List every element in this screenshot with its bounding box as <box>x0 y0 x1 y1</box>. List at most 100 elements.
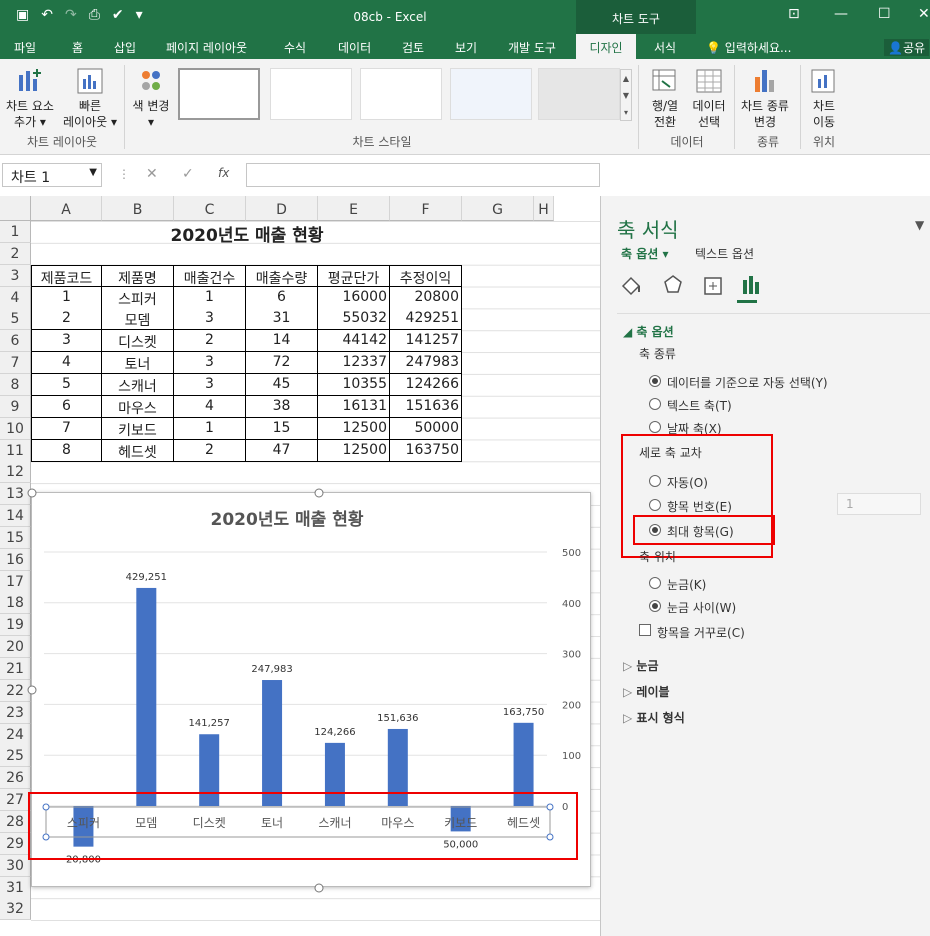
pane-options-icon[interactable]: ▼ <box>915 218 924 232</box>
chart-resize-handle[interactable] <box>27 488 37 498</box>
table-cell[interactable]: 8 <box>31 439 102 462</box>
close-icon[interactable]: ✕ <box>918 6 930 22</box>
tab-developer[interactable]: 개발 도구 <box>508 39 556 56</box>
row-header-30[interactable]: 30 <box>0 854 31 877</box>
table-cell[interactable]: 6 <box>246 286 318 309</box>
table-cell[interactable]: 38 <box>246 395 318 418</box>
row-header-23[interactable]: 23 <box>0 701 31 724</box>
row-header-31[interactable]: 31 <box>0 876 31 899</box>
radio-text-axis[interactable] <box>649 398 661 410</box>
table-header-cell[interactable]: 제품코드 <box>31 264 102 287</box>
row-header-14[interactable]: 14 <box>0 505 31 528</box>
row-header-24[interactable]: 24 <box>0 723 31 746</box>
minimize-icon[interactable]: — <box>834 6 848 22</box>
chart-resize-handle[interactable] <box>27 685 37 695</box>
table-cell[interactable]: 44142 <box>318 330 390 353</box>
save-icon[interactable]: ▣ <box>16 7 29 23</box>
row-header-32[interactable]: 32 <box>0 898 31 921</box>
table-cell[interactable]: 12500 <box>318 417 390 440</box>
table-cell[interactable]: 1 <box>174 286 246 309</box>
axis-options-icon[interactable] <box>743 276 759 294</box>
table-cell[interactable]: 16131 <box>318 395 390 418</box>
sheet-title[interactable]: 2020년도 매출 현황 <box>31 221 463 246</box>
row-header-3[interactable]: 3 <box>0 264 31 287</box>
table-cell[interactable]: 스캐너 <box>102 373 174 396</box>
table-cell[interactable]: 429251 <box>390 308 462 331</box>
row-header-7[interactable]: 7 <box>0 352 31 375</box>
undo-icon[interactable]: ↶ <box>41 7 53 23</box>
row-header-19[interactable]: 19 <box>0 614 31 637</box>
row-header-12[interactable]: 12 <box>0 461 31 484</box>
row-header-28[interactable]: 28 <box>0 810 31 833</box>
tab-review[interactable]: 검토 <box>402 39 424 56</box>
table-cell[interactable]: 스피커 <box>102 286 174 309</box>
row-header-4[interactable]: 4 <box>0 286 31 309</box>
table-header-cell[interactable]: 매출수량 <box>246 264 318 287</box>
table-cell[interactable]: 7 <box>31 417 102 440</box>
table-cell[interactable]: 20800 <box>390 286 462 309</box>
chart-style-1[interactable] <box>178 68 260 120</box>
fill-line-icon[interactable] <box>621 276 641 296</box>
radio-date-axis[interactable] <box>649 421 661 433</box>
table-cell[interactable]: 디스켓 <box>102 330 174 353</box>
tab-data[interactable]: 데이터 <box>338 39 371 56</box>
chart-style-2[interactable] <box>270 68 352 120</box>
section-tick-marks[interactable]: ▷ 눈금 <box>623 657 659 674</box>
table-cell[interactable]: 2 <box>31 308 102 331</box>
column-header-B[interactable]: B <box>102 196 174 221</box>
column-header-C[interactable]: C <box>174 196 246 221</box>
table-cell[interactable]: 1 <box>31 286 102 309</box>
change-chart-type-button[interactable]: 차트 종류 변경 <box>736 67 794 130</box>
row-header-27[interactable]: 27 <box>0 789 31 812</box>
redo-icon[interactable]: ↷ <box>65 7 77 23</box>
row-header-15[interactable]: 15 <box>0 526 31 549</box>
chart-bar[interactable] <box>136 587 157 806</box>
tab-view[interactable]: 보기 <box>455 39 477 56</box>
reverse-order-checkbox[interactable] <box>639 624 651 636</box>
row-header-11[interactable]: 11 <box>0 439 31 462</box>
table-cell[interactable]: 15 <box>246 417 318 440</box>
section-axis-options[interactable]: ◢ 축 옵션 <box>623 323 674 340</box>
row-header-6[interactable]: 6 <box>0 330 31 353</box>
table-cell[interactable]: 키보드 <box>102 417 174 440</box>
table-cell[interactable]: 4 <box>31 352 102 375</box>
maximize-icon[interactable]: ☐ <box>878 6 891 22</box>
enter-formula-icon[interactable]: ✓ <box>182 166 194 182</box>
table-cell[interactable]: 247983 <box>390 352 462 375</box>
table-cell[interactable]: 5 <box>31 373 102 396</box>
select-data-button[interactable]: 데이터 선택 <box>686 67 732 130</box>
table-cell[interactable]: 141257 <box>390 330 462 353</box>
column-header-G[interactable]: G <box>462 196 534 221</box>
row-header-1[interactable]: 1 <box>0 221 31 243</box>
table-cell[interactable]: 50000 <box>390 417 462 440</box>
move-chart-button[interactable]: 차트 이동 <box>802 67 846 130</box>
radio-between-tick-marks[interactable] <box>649 600 661 612</box>
chart-title[interactable]: 2020년도 매출 현황 <box>211 510 364 530</box>
share-button[interactable]: 👤공유 <box>884 39 930 56</box>
table-cell[interactable]: 12337 <box>318 352 390 375</box>
tab-text-options[interactable]: 텍스트 옵션 <box>695 245 754 262</box>
section-labels[interactable]: ▷ 레이블 <box>623 683 670 700</box>
row-header-29[interactable]: 29 <box>0 832 31 855</box>
table-header-cell[interactable]: 평균단가 <box>318 264 390 287</box>
table-cell[interactable]: 1 <box>174 417 246 440</box>
table-cell[interactable]: 47 <box>246 439 318 462</box>
chart-style-5[interactable] <box>538 68 620 120</box>
table-cell[interactable]: 토너 <box>102 352 174 375</box>
radio-auto-select[interactable] <box>649 375 661 387</box>
tab-page-layout[interactable]: 페이지 레이아웃 <box>166 39 247 56</box>
chart-resize-handle[interactable] <box>314 883 324 893</box>
column-header-A[interactable]: A <box>31 196 102 221</box>
table-cell[interactable]: 3 <box>174 352 246 375</box>
table-cell[interactable]: 124266 <box>390 373 462 396</box>
formula-input[interactable] <box>246 163 600 187</box>
table-cell[interactable]: 마우스 <box>102 395 174 418</box>
row-header-17[interactable]: 17 <box>0 570 31 593</box>
tab-design[interactable]: 디자인 <box>576 34 636 59</box>
row-header-22[interactable]: 22 <box>0 679 31 702</box>
table-cell[interactable]: 16000 <box>318 286 390 309</box>
switch-row-column-button[interactable]: 행/열 전환 <box>642 67 688 130</box>
tell-me-box[interactable]: 💡 입력하세요... <box>706 39 791 56</box>
change-colors-button[interactable]: 색 변경 ▾ <box>128 67 174 130</box>
table-cell[interactable]: 14 <box>246 330 318 353</box>
